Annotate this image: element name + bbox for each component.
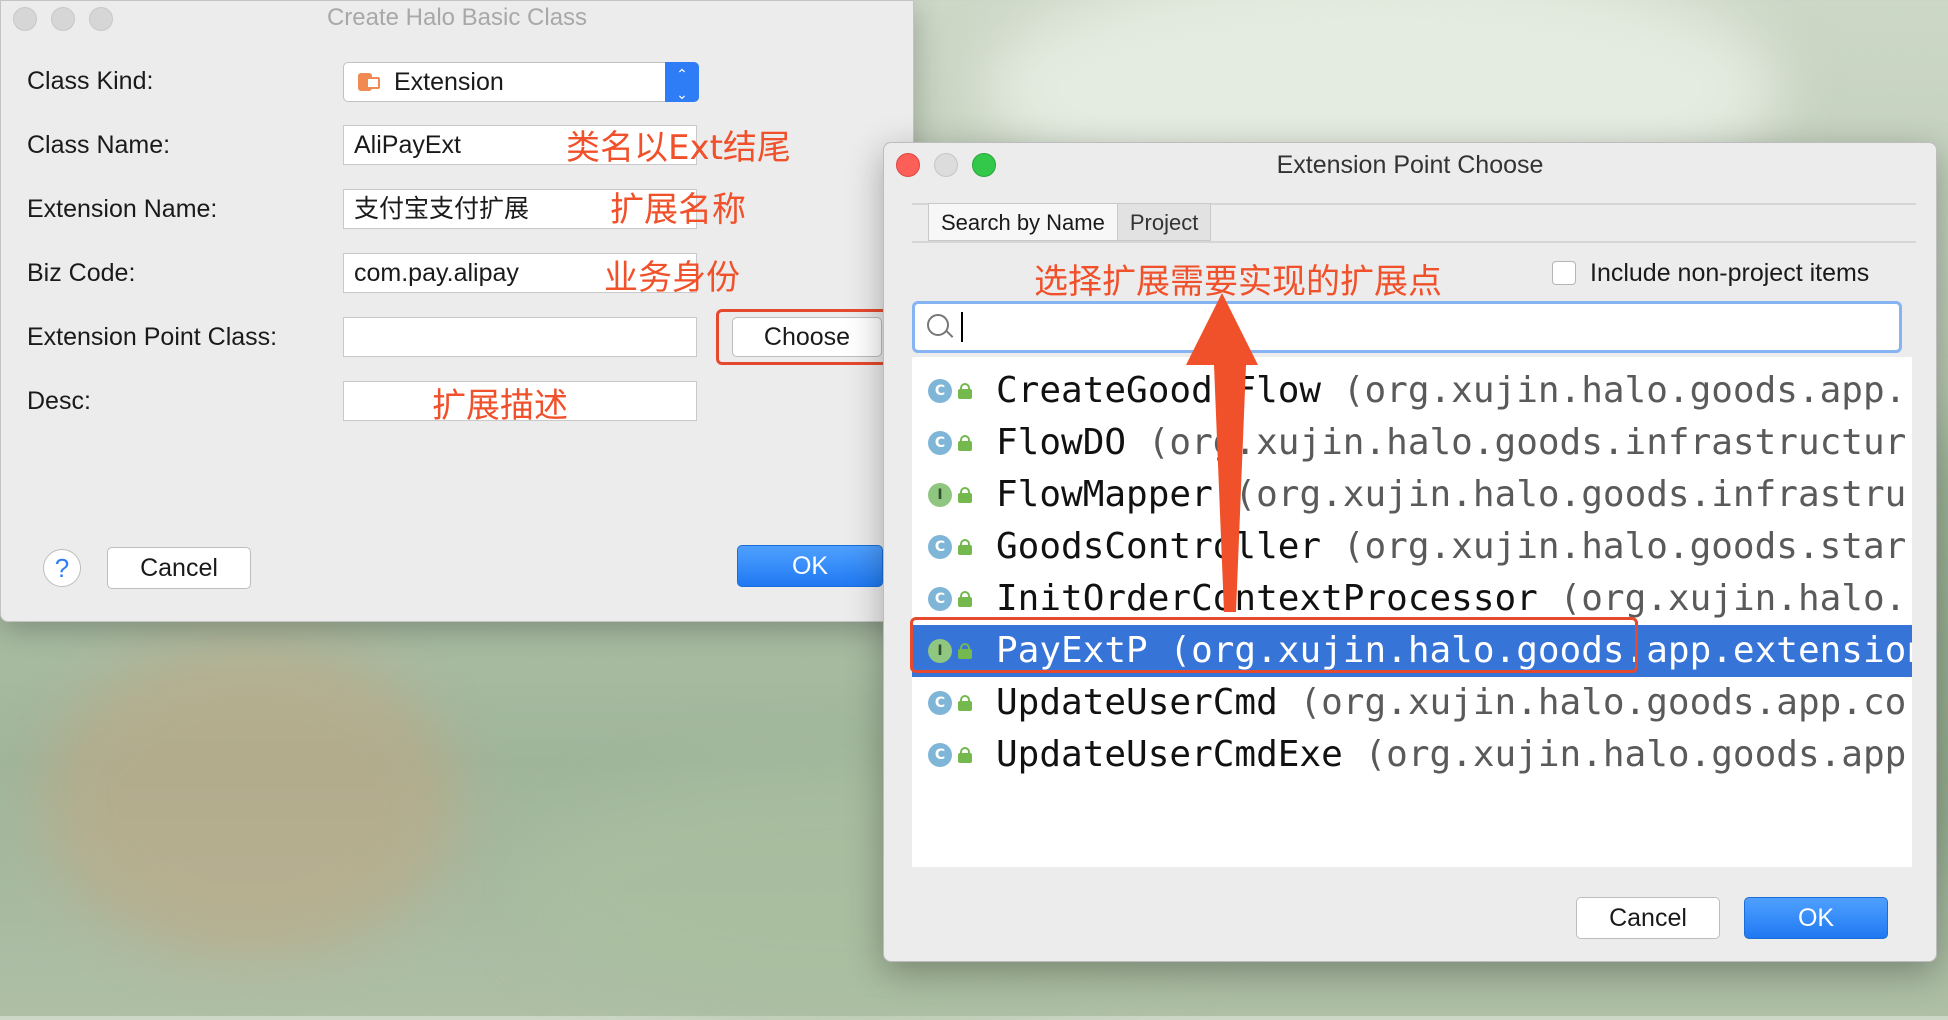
arrow-shape bbox=[1186, 293, 1258, 612]
annotation-arrow bbox=[1186, 293, 1258, 612]
